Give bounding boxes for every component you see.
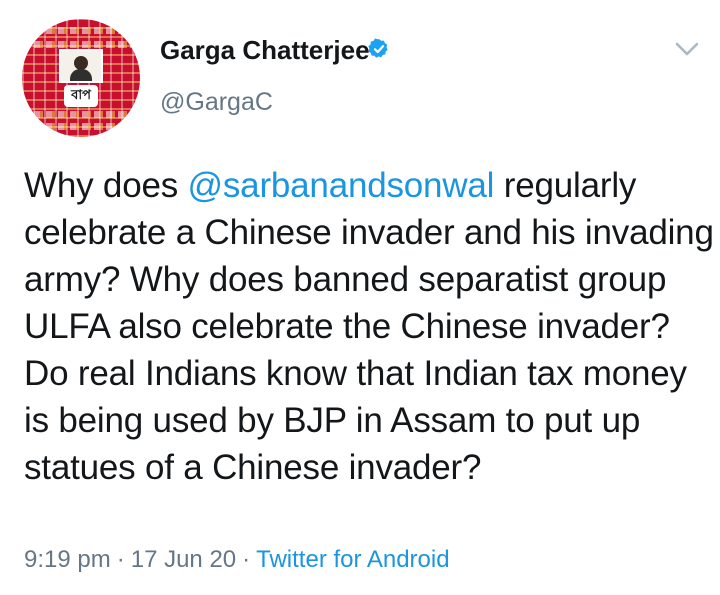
- tweet-date[interactable]: 17 Jun 20: [131, 546, 236, 573]
- user-handle[interactable]: @GargaC: [160, 86, 273, 118]
- avatar-pattern-band: [22, 41, 140, 48]
- avatar-logo: বাপ: [64, 85, 98, 107]
- tweet-text-segment: Why does: [24, 166, 188, 205]
- avatar[interactable]: বাপ: [22, 19, 140, 137]
- avatar-pattern-band: [22, 111, 140, 118]
- tweet-meta: 9:19 pm · 17 Jun 20 · Twitter for Android: [24, 544, 450, 576]
- tweet-text: Why does @sarbanandsonwal regularly cele…: [24, 162, 714, 491]
- meta-separator: ·: [242, 546, 251, 573]
- avatar-portrait: [59, 49, 103, 83]
- tweet-card: বাপ Garga Chatterjee @GargaC Why does @s…: [0, 0, 720, 595]
- verified-badge-icon: [368, 38, 388, 58]
- meta-separator: ·: [116, 546, 125, 573]
- avatar-pattern-band: [22, 123, 140, 130]
- chevron-down-icon[interactable]: [674, 40, 700, 58]
- tweet-source-link[interactable]: Twitter for Android: [256, 546, 449, 573]
- display-name[interactable]: Garga Chatterjee: [160, 33, 370, 67]
- avatar-pattern-band: [22, 27, 140, 34]
- tweet-time[interactable]: 9:19 pm: [24, 546, 111, 573]
- mention-link[interactable]: @sarbanandsonwal: [188, 166, 495, 205]
- tweet-text-segment: regularly celebrate a Chinese invader an…: [24, 166, 714, 487]
